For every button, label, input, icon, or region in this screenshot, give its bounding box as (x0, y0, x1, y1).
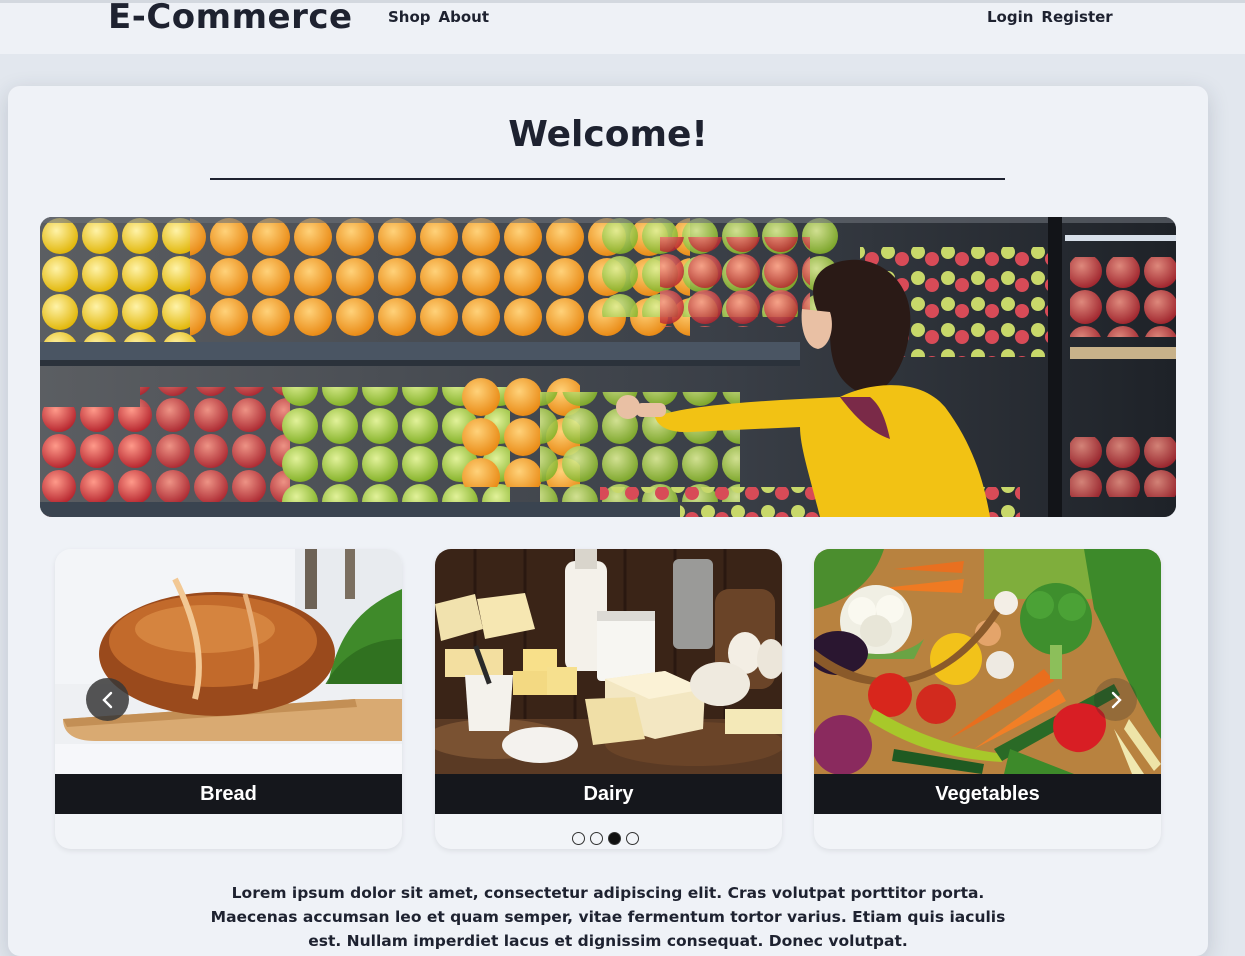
page-title: Welcome! (508, 114, 708, 155)
account-nav: Login Register (987, 8, 1113, 26)
brand-logo[interactable]: E-Commerce (108, 0, 353, 37)
nav-shop-link[interactable]: Shop (388, 8, 431, 26)
nav-login-link[interactable]: Login (987, 8, 1033, 26)
carousel-dot-3[interactable] (608, 832, 621, 845)
nav-register-link[interactable]: Register (1041, 8, 1112, 26)
chevron-left-icon (101, 691, 112, 708)
carousel-slide-dairy[interactable]: Dairy (435, 549, 782, 849)
carousel-prev-button[interactable] (86, 678, 129, 721)
nav-about-link[interactable]: About (439, 8, 490, 26)
carousel-dot-1[interactable] (572, 832, 585, 845)
dairy-image (435, 549, 782, 774)
slide-caption-vegetables: Vegetables (814, 774, 1161, 814)
top-navbar: E-Commerce Shop About Login Register (0, 0, 1245, 54)
category-carousel: Bread Dairy Vegetables (55, 549, 1161, 849)
vegetables-image (814, 549, 1161, 774)
slide-caption-dairy: Dairy (435, 774, 782, 814)
carousel-next-button[interactable] (1094, 678, 1137, 721)
carousel-pagination (572, 832, 639, 845)
chevron-right-icon (1111, 691, 1122, 708)
title-divider (210, 178, 1005, 180)
primary-nav: Shop About (388, 8, 489, 26)
hero-image (40, 217, 1176, 517)
slide-caption-bread: Bread (55, 774, 402, 814)
main-card: Welcome! Bread Dairy Vegetables Lorem ip… (8, 86, 1208, 956)
bread-image (55, 549, 402, 774)
carousel-dot-2[interactable] (590, 832, 603, 845)
carousel-dot-4[interactable] (626, 832, 639, 845)
intro-paragraph: Lorem ipsum dolor sit amet, consectetur … (210, 884, 1006, 950)
